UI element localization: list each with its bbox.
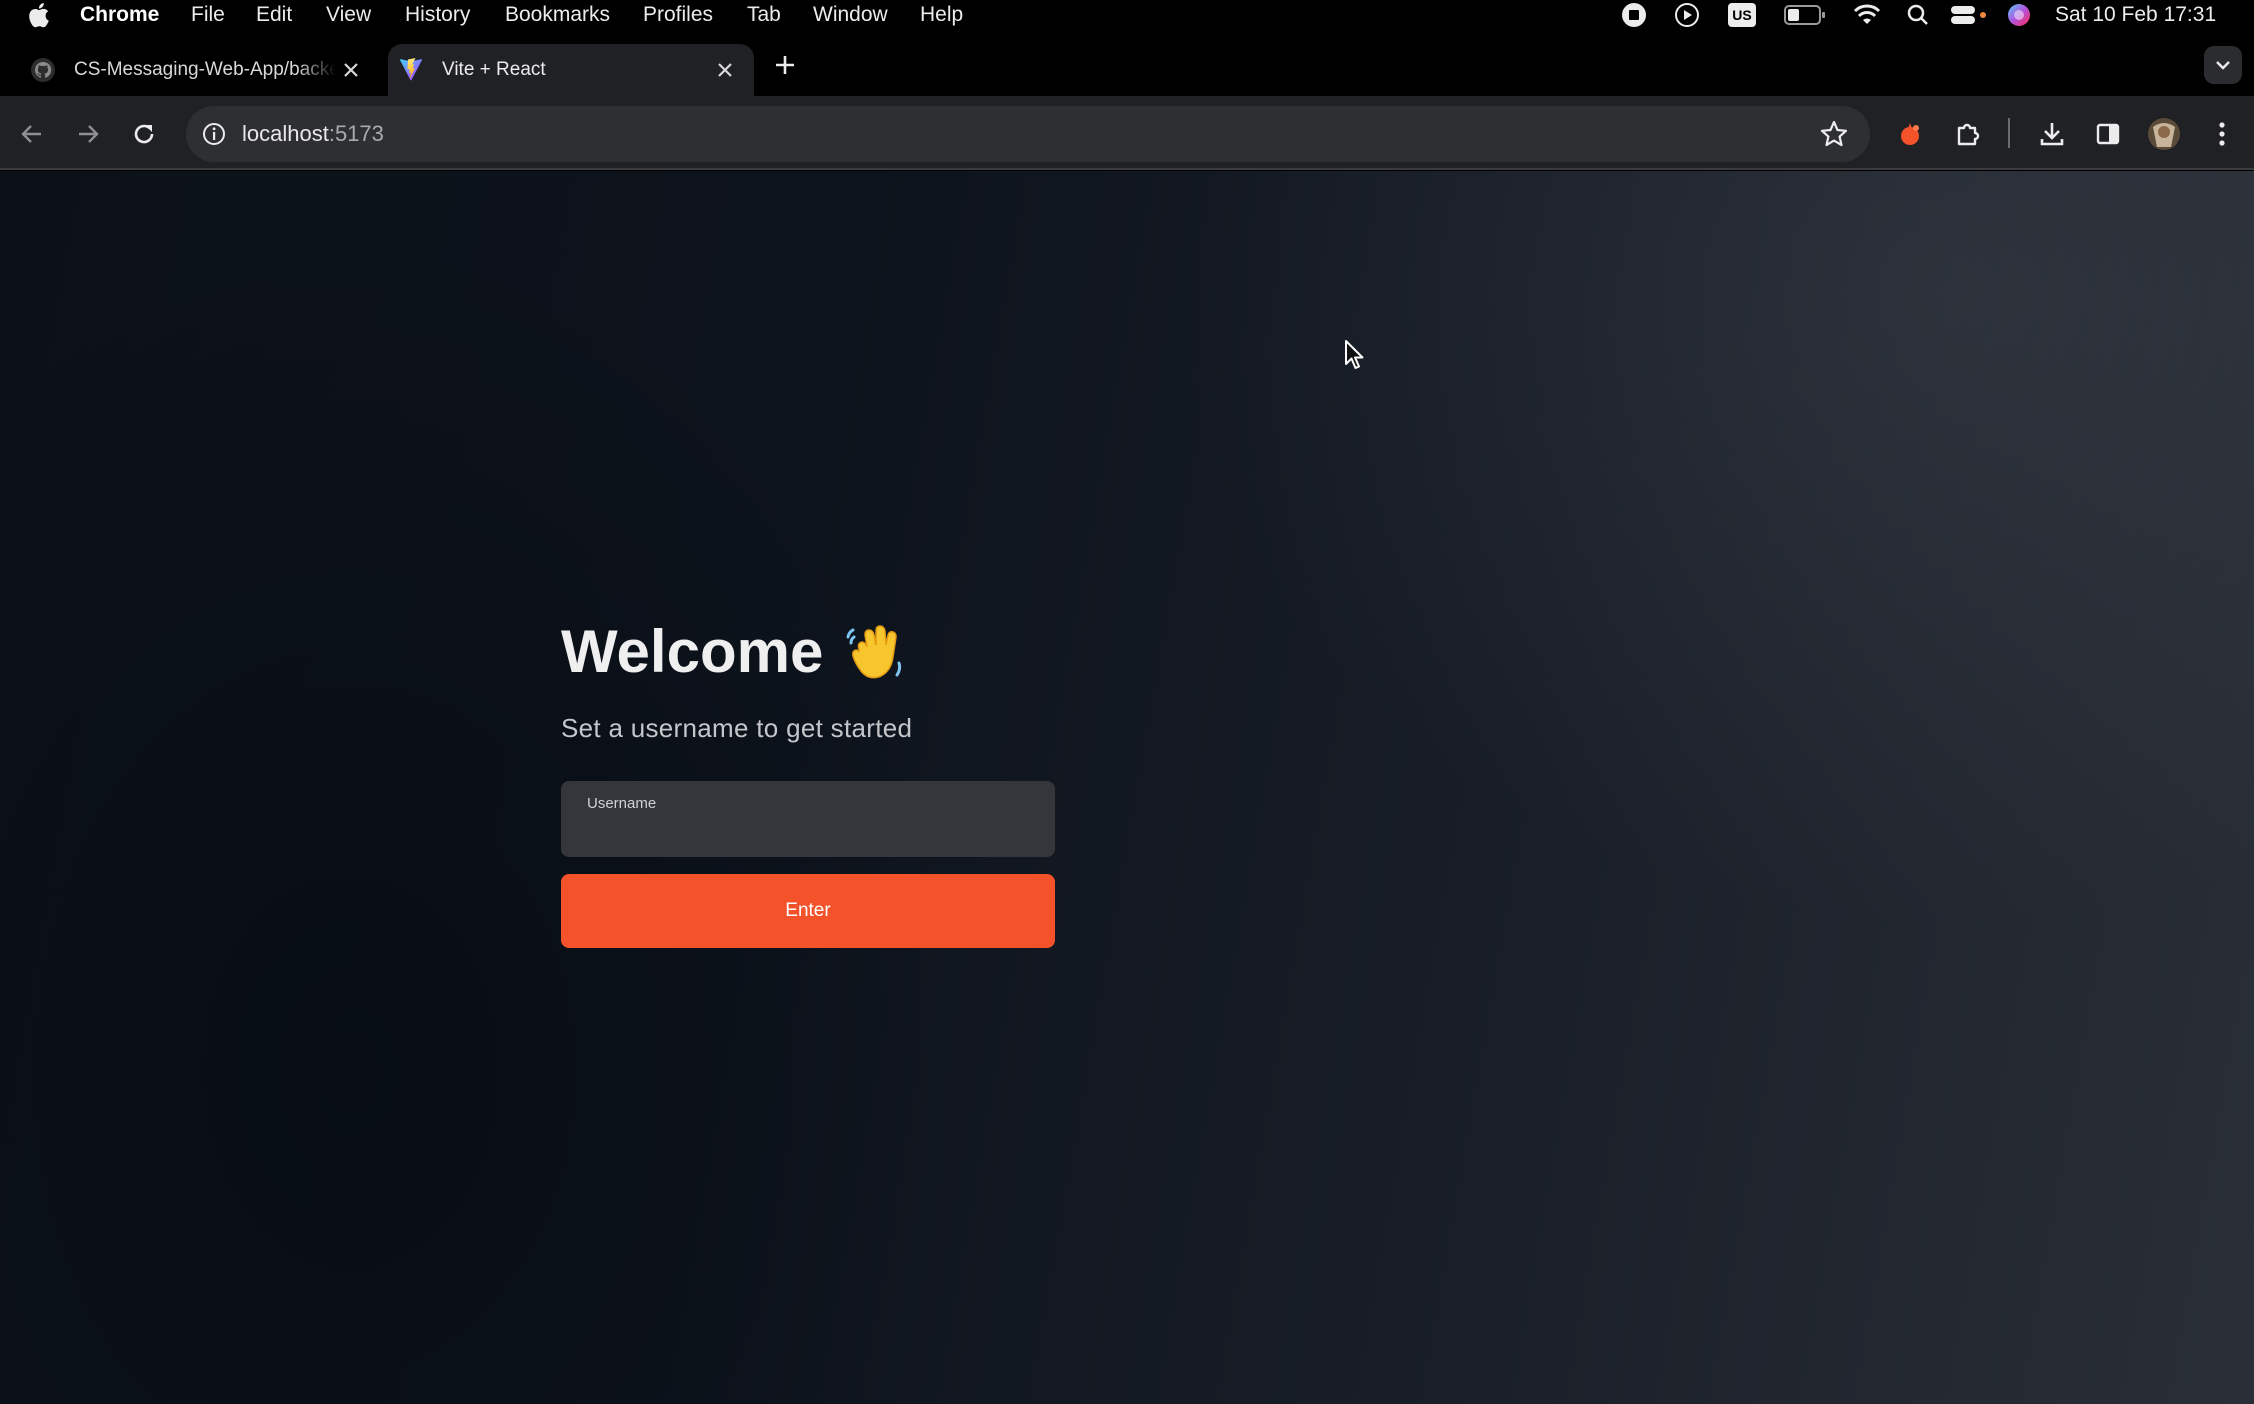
- menu-tab[interactable]: Tab: [747, 0, 781, 30]
- page-viewport: Welcome Set a username to get started Us…: [0, 171, 2254, 1404]
- menu-history[interactable]: History: [405, 0, 470, 30]
- page-subtitle: Set a username to get started: [561, 713, 913, 743]
- username-label: Username: [587, 795, 657, 812]
- enter-button[interactable]: Enter: [561, 874, 1055, 948]
- tab-title: Vite + React: [442, 59, 546, 80]
- extensions-puzzle-icon[interactable]: [1950, 116, 1986, 152]
- extension-orange-icon[interactable]: [1892, 116, 1928, 152]
- reload-button[interactable]: [126, 116, 162, 152]
- menu-app-name[interactable]: Chrome: [80, 0, 159, 30]
- control-center-icon[interactable]: [1950, 0, 1988, 30]
- input-source-label: US: [1728, 3, 1756, 27]
- chevron-down-icon: [2216, 61, 2230, 70]
- menu-window[interactable]: Window: [813, 0, 888, 30]
- arrow-left-icon: [21, 125, 41, 143]
- bookmark-star-icon[interactable]: [1818, 118, 1850, 150]
- address-url[interactable]: localhost:5173: [242, 106, 384, 162]
- menu-help[interactable]: Help: [920, 0, 963, 30]
- downloads-icon[interactable]: [2034, 116, 2070, 152]
- reload-icon: [134, 124, 154, 144]
- screen-record-icon[interactable]: [1620, 0, 1648, 30]
- battery-icon[interactable]: [1784, 0, 1826, 30]
- new-tab-plus-icon[interactable]: [770, 50, 800, 80]
- username-input[interactable]: [585, 817, 1025, 849]
- tab-close-icon[interactable]: [710, 55, 740, 85]
- play-icon[interactable]: [1674, 0, 1700, 30]
- site-info-icon[interactable]: [198, 118, 230, 150]
- address-bar[interactable]: localhost:5173: [186, 106, 1870, 162]
- apple-logo-icon[interactable]: [26, 2, 50, 28]
- forward-button[interactable]: [70, 116, 106, 152]
- macos-menu-bar: Chrome File Edit View History Bookmarks …: [0, 0, 2254, 30]
- menu-profiles[interactable]: Profiles: [643, 0, 713, 30]
- siri-icon[interactable]: [2006, 0, 2032, 30]
- tab-strip: CS-Messaging-Web-App/backend Vite + Reac…: [0, 30, 2254, 96]
- kebab-menu-icon[interactable]: [2204, 116, 2240, 152]
- username-field[interactable]: Username: [561, 781, 1055, 857]
- toolbar-divider: [2008, 118, 2010, 148]
- spotlight-search-icon[interactable]: [1906, 0, 1930, 30]
- vite-icon: [399, 58, 423, 81]
- mouse-cursor-icon: [1345, 340, 1364, 369]
- profile-avatar[interactable]: [2146, 116, 2182, 152]
- menu-view[interactable]: View: [326, 0, 371, 30]
- browser-toolbar: localhost:5173: [0, 96, 2254, 170]
- welcome-text: Welcome: [561, 617, 824, 685]
- tab-github[interactable]: CS-Messaging-Web-App/backend: [20, 44, 380, 96]
- wifi-icon[interactable]: [1852, 0, 1882, 30]
- waving-hand-icon: [846, 625, 902, 679]
- side-panel-icon[interactable]: [2090, 116, 2126, 152]
- arrow-right-icon: [79, 125, 99, 143]
- page-title: Welcome: [561, 611, 1055, 691]
- menu-bookmarks[interactable]: Bookmarks: [505, 0, 610, 30]
- menu-file[interactable]: File: [191, 0, 225, 30]
- menubar-datetime[interactable]: Sat 10 Feb 17:31: [2055, 0, 2216, 30]
- url-host: localhost: [242, 121, 329, 146]
- menu-edit[interactable]: Edit: [256, 0, 292, 30]
- url-port: :5173: [328, 121, 384, 146]
- tab-search-button[interactable]: [2204, 46, 2242, 84]
- github-icon: [31, 58, 55, 82]
- tab-close-icon[interactable]: [336, 55, 366, 85]
- input-source-indicator[interactable]: US: [1728, 0, 1756, 30]
- tab-vite-react[interactable]: Vite + React: [388, 44, 754, 96]
- back-button[interactable]: [14, 116, 50, 152]
- login-card: Welcome Set a username to get started Us…: [561, 611, 1055, 948]
- tab-title: CS-Messaging-Web-App/backend: [74, 59, 336, 80]
